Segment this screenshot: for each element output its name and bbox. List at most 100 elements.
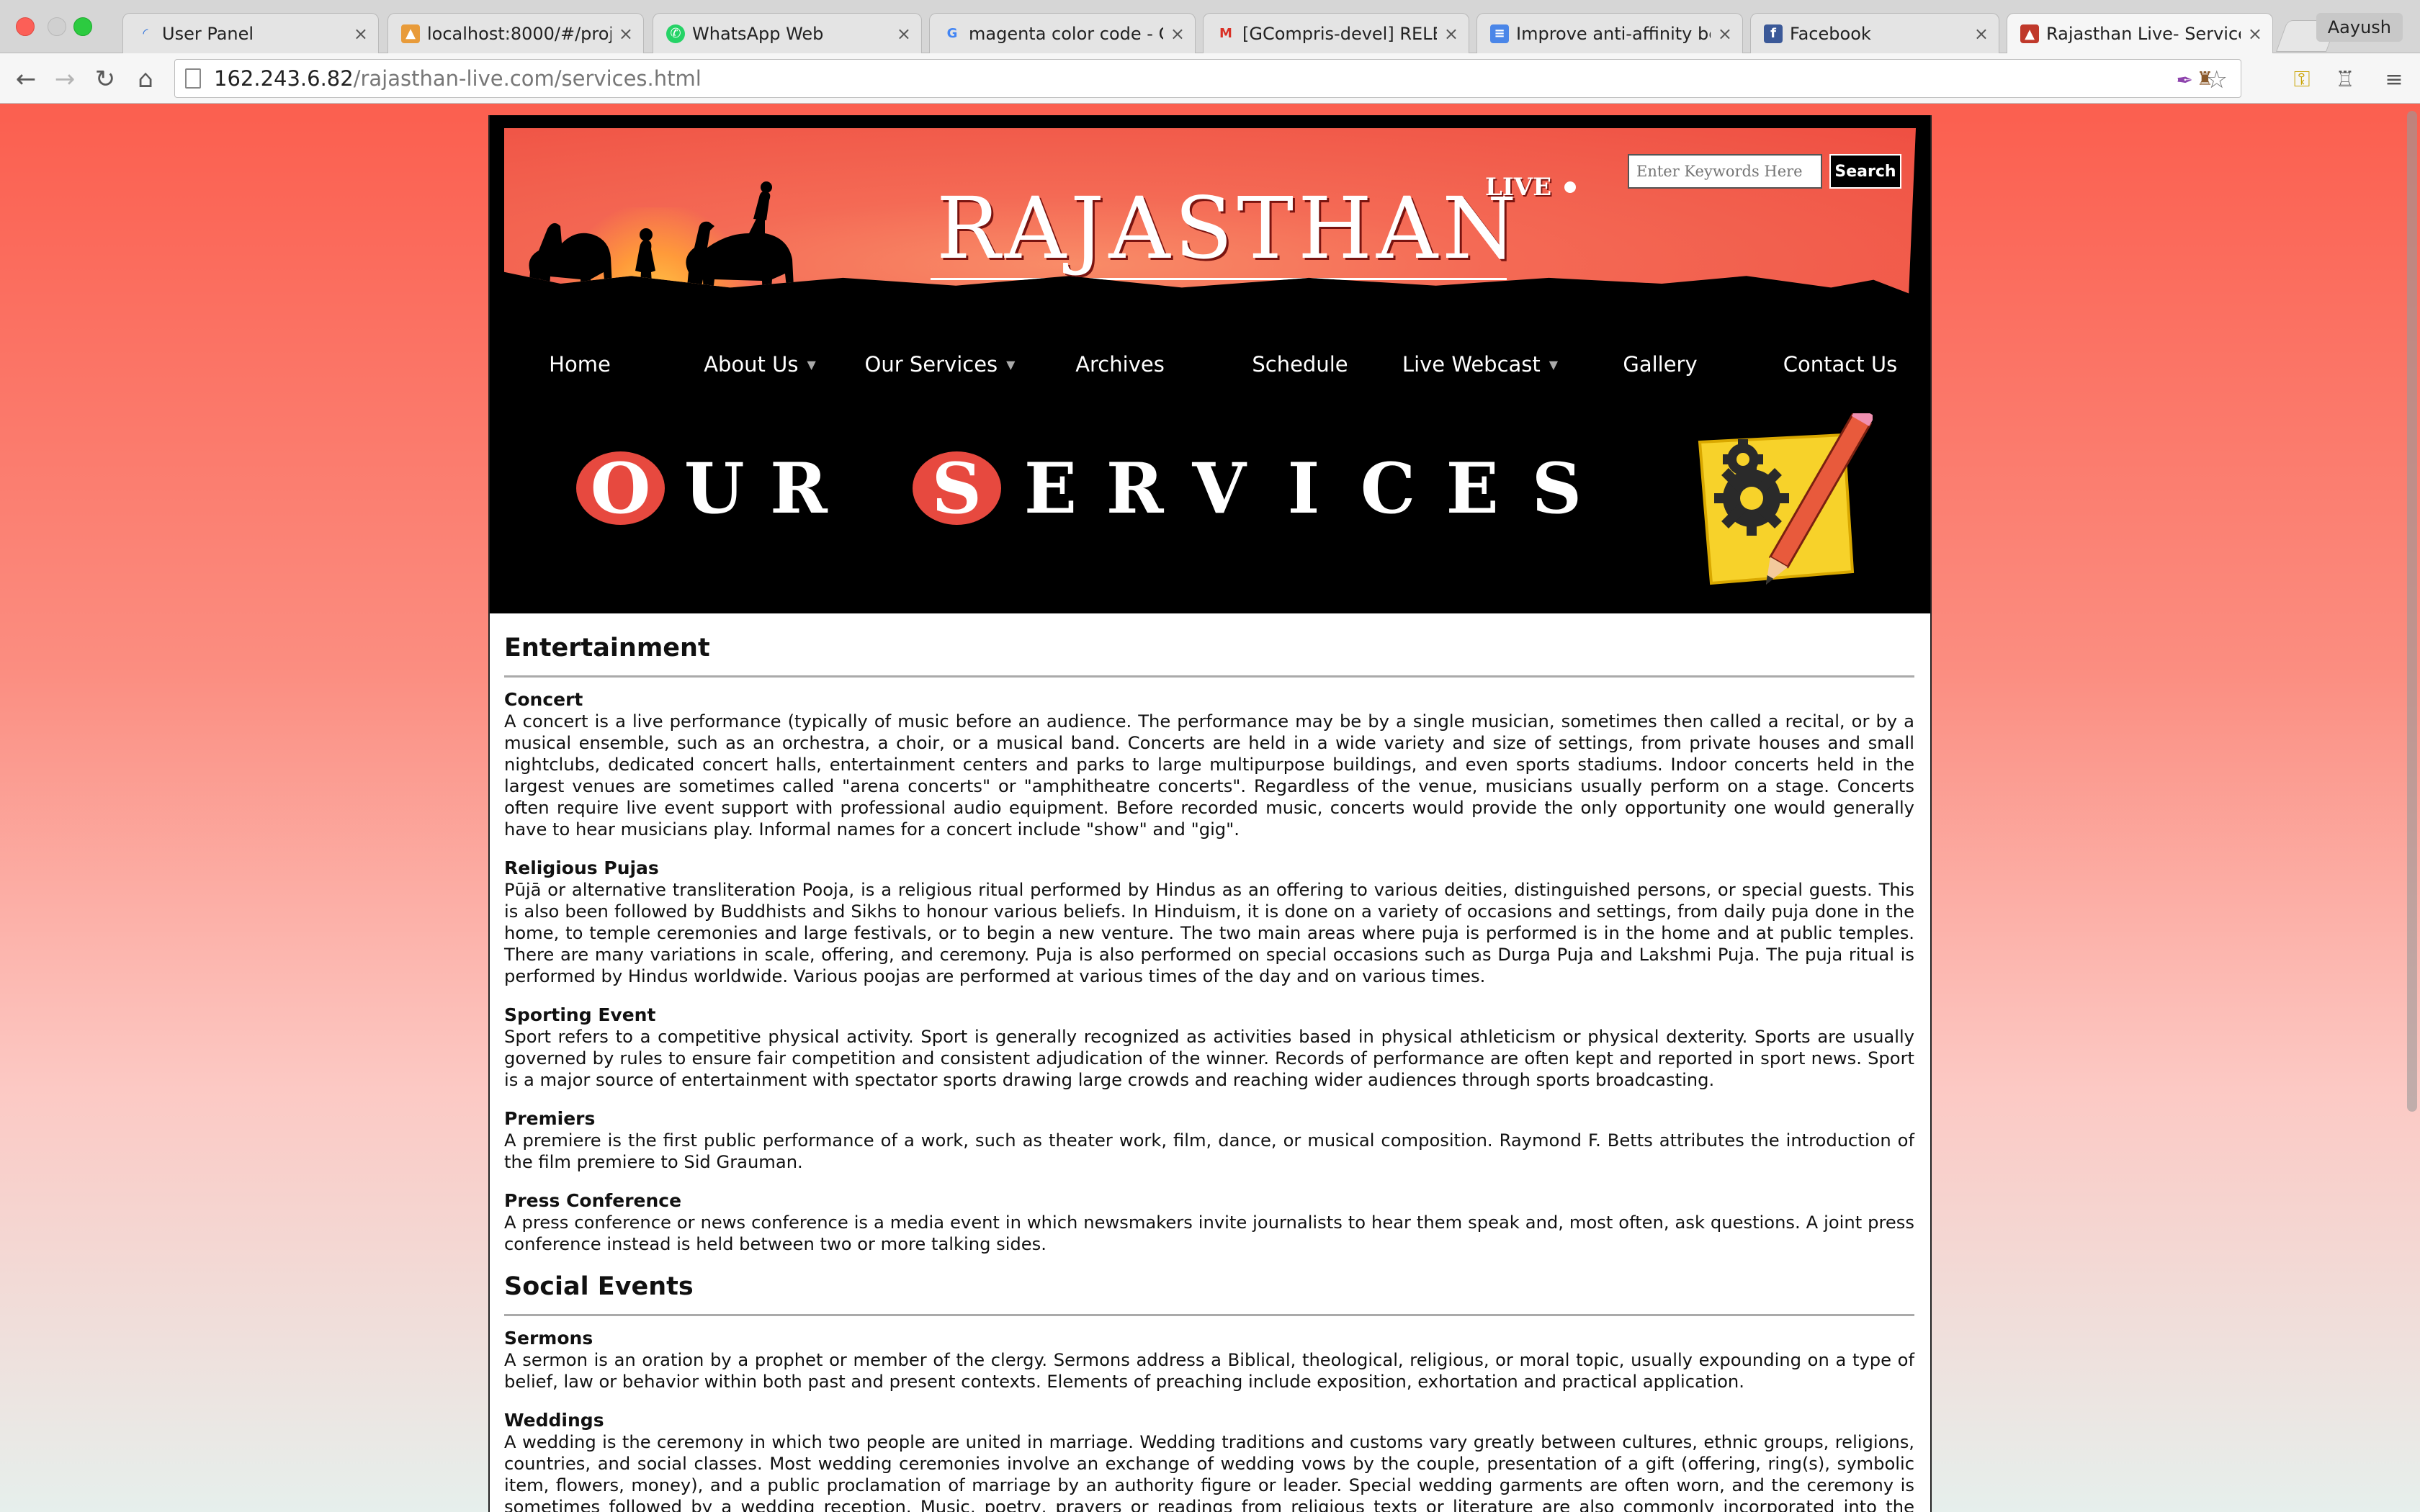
service-title: Religious Pujas — [504, 858, 659, 878]
tab-title: Rajasthan Live- Services — [2046, 24, 2241, 44]
browser-toolbar: ← → ↻ ⌂ 162.243.6.82 /rajasthan-live.com… — [0, 53, 2420, 104]
banner-letter: U — [684, 447, 745, 529]
service-description: Pūjā or alternative transliteration Pooj… — [504, 880, 1914, 986]
tab-close-icon[interactable]: × — [354, 24, 368, 44]
gmail-icon: M — [1219, 26, 1232, 41]
service-item: Religious Pujas Pūjā or alternative trans… — [504, 858, 1914, 987]
whatsapp-icon: ✆ — [666, 24, 685, 43]
url-host: 162.243.6.82 — [214, 66, 354, 91]
site-icon: ▲ — [2020, 24, 2039, 43]
browser-tab[interactable]: f Facebook × — [1750, 13, 1999, 53]
service-item: Sermons A sermon is an oration by a proph… — [504, 1328, 1914, 1392]
nav-label: Our Services — [864, 352, 998, 377]
service-title: Weddings — [504, 1410, 604, 1431]
banner-letter: R — [769, 447, 828, 529]
browser-tab[interactable]: ▲ localhost:8000/#/projects × — [387, 13, 644, 53]
window-close-button[interactable] — [16, 17, 35, 36]
nav-home[interactable]: Home — [490, 328, 670, 400]
search-button[interactable]: Search — [1829, 154, 1901, 189]
tab-title: WhatsApp Web — [692, 23, 824, 44]
banner-initial-letter: S — [912, 448, 1001, 529]
menu-icon[interactable]: ≡ — [2380, 65, 2408, 94]
banner-letter: R — [1106, 447, 1164, 529]
browser-tab[interactable]: M [GCompris-devel] RELEASE × — [1203, 13, 1469, 53]
back-icon[interactable]: ← — [10, 63, 42, 95]
chevron-down-icon: ▼ — [807, 357, 816, 372]
live-dot-icon — [1564, 181, 1576, 193]
site-page: RAJASTHAN LIVE LIVE CASTING THE EVENTS S… — [488, 115, 1932, 1512]
service-title: Premiers — [504, 1108, 596, 1129]
forward-icon[interactable]: → — [49, 63, 81, 95]
nav-live-webcast[interactable]: Live Webcast ▼ — [1390, 328, 1570, 400]
bookmark-star-icon[interactable]: ☆ — [2206, 66, 2228, 94]
nav-label: Gallery — [1623, 352, 1698, 377]
service-item: Press Conference A press conference or ne… — [504, 1190, 1914, 1255]
service-title: Concert — [504, 689, 583, 710]
tab-close-icon[interactable]: × — [619, 24, 633, 44]
spinner-icon: ◜ — [143, 26, 148, 41]
nav-label: Archives — [1075, 352, 1165, 377]
banner-letter: V — [1192, 447, 1246, 529]
banner-letter: I — [1287, 447, 1320, 529]
nav-our-services[interactable]: Our Services ▼ — [850, 328, 1030, 400]
service-description: A premiere is the first public performan… — [504, 1130, 1914, 1172]
tab-close-icon[interactable]: × — [1170, 24, 1185, 44]
tab-title: User Panel — [162, 23, 254, 44]
main-nav: Home About Us ▼ Our Services ▼ Archives Sc… — [490, 328, 1930, 400]
browser-tab[interactable]: G magenta color code - Goo × — [929, 13, 1196, 53]
search-input[interactable] — [1628, 154, 1822, 189]
tab-title: [GCompris-devel] RELEASE — [1242, 23, 1437, 44]
tab-close-icon[interactable]: × — [1974, 24, 1989, 44]
service-description: A sermon is an oration by a prophet or m… — [504, 1350, 1914, 1392]
service-title: Press Conference — [504, 1190, 682, 1211]
nav-contact-us[interactable]: Contact Us — [1750, 328, 1930, 400]
docs-icon: ≡ — [1490, 24, 1509, 43]
banner-initial-letter: O — [576, 448, 666, 529]
site-title[interactable]: RAJASTHAN — [936, 179, 1521, 278]
service-item: Concert A concert is a live performance (… — [504, 689, 1914, 840]
live-badge: LIVE — [1485, 173, 1552, 202]
nav-label: Contact Us — [1783, 352, 1898, 377]
tab-close-icon[interactable]: × — [897, 24, 911, 44]
nav-about-us[interactable]: About Us ▼ — [670, 328, 850, 400]
service-title: Sporting Event — [504, 1004, 656, 1025]
tab-close-icon[interactable]: × — [2248, 24, 2262, 44]
service-description: Sport refers to a competitive physical a… — [504, 1027, 1914, 1090]
site-header: RAJASTHAN LIVE LIVE CASTING THE EVENTS S… — [490, 115, 1930, 328]
tower-extension-icon[interactable]: ♖ — [2331, 65, 2360, 94]
nav-label: Home — [549, 352, 611, 377]
page-icon — [185, 68, 201, 89]
nav-schedule[interactable]: Schedule — [1210, 328, 1390, 400]
window-maximize-button[interactable] — [73, 17, 92, 36]
facebook-icon: f — [1764, 24, 1783, 43]
browser-tab-bar: ◜ User Panel × ▲ localhost:8000/#/projec… — [0, 0, 2420, 54]
gears-note-icon — [1698, 413, 1873, 585]
service-description: A press conference or news conference is… — [504, 1212, 1914, 1254]
nav-gallery[interactable]: Gallery — [1570, 328, 1750, 400]
services-banner: OURSERVICES — [490, 400, 1930, 613]
service-title: Sermons — [504, 1328, 593, 1349]
feather-extension-icon[interactable]: ✒ — [2177, 68, 2193, 92]
key-extension-icon[interactable]: ⚿ — [2287, 65, 2316, 94]
address-bar[interactable]: 162.243.6.82 /rajasthan-live.com/service… — [174, 59, 2241, 98]
tab-close-icon[interactable]: × — [1444, 24, 1458, 44]
reload-icon[interactable]: ↻ — [89, 63, 121, 95]
window-minimize-button[interactable] — [48, 17, 66, 36]
browser-tab[interactable]: ≡ Improve anti-affinity beha × — [1476, 13, 1743, 53]
service-item: Premiers A premiere is the first public p… — [504, 1108, 1914, 1173]
scrollbar[interactable] — [2407, 111, 2417, 1112]
nav-label: Live Webcast — [1402, 352, 1541, 377]
browser-tab[interactable]: ◜ User Panel × — [122, 13, 379, 53]
service-item: Weddings A wedding is the ceremony in whi… — [504, 1410, 1914, 1512]
tab-close-icon[interactable]: × — [1718, 24, 1732, 44]
browser-tab[interactable]: ✆ WhatsApp Web × — [653, 13, 922, 53]
banner-letter: E — [1023, 447, 1077, 529]
nav-archives[interactable]: Archives — [1030, 328, 1210, 400]
browser-tab-active[interactable]: ▲ Rajasthan Live- Services × — [2007, 13, 2273, 54]
home-icon[interactable]: ⌂ — [130, 63, 161, 95]
profile-button[interactable]: Aayush — [2316, 13, 2403, 42]
chevron-down-icon: ▼ — [1006, 357, 1016, 372]
tab-title: Facebook — [1790, 23, 1871, 44]
url-path: /rajasthan-live.com/services.html — [353, 66, 702, 91]
google-icon: G — [946, 26, 958, 41]
